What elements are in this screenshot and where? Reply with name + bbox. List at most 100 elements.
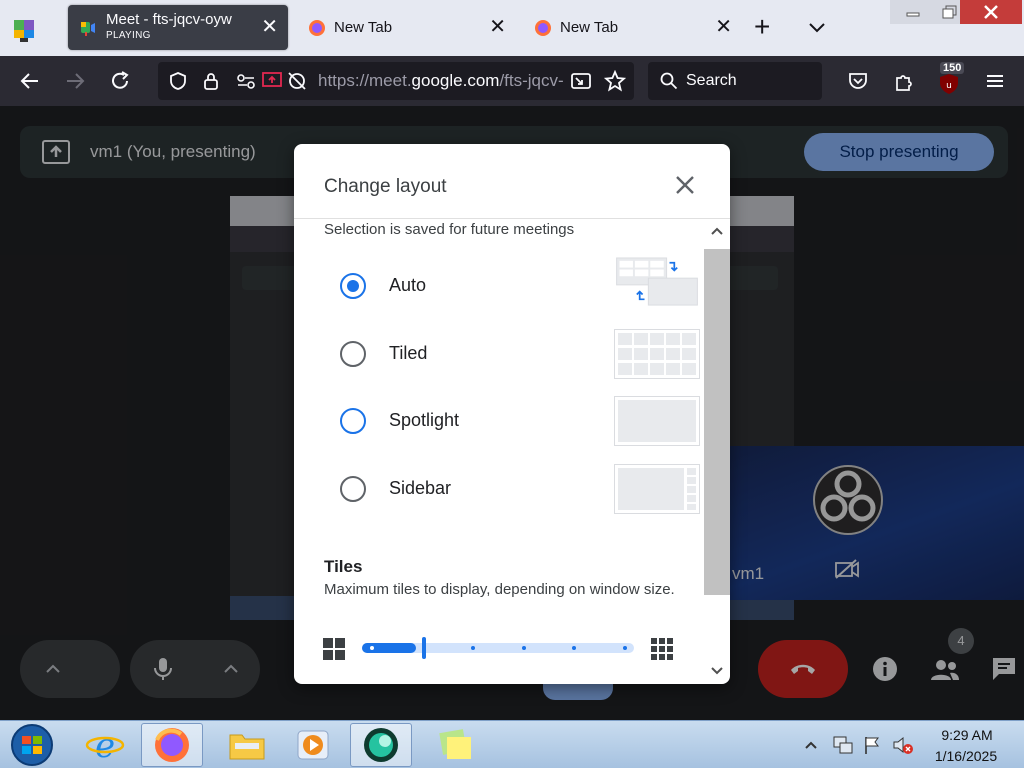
tiles-description: Maximum tiles to display, depending on w… [324,581,675,598]
tab-playing-label: PLAYING [106,29,151,41]
extension-badge-count: 150 [940,62,965,74]
shield-icon[interactable] [168,71,188,91]
url-text[interactable]: https://meet.google.com/fts-jqcv-oyw [318,71,564,91]
minimize-icon [906,12,920,17]
auto-layout-thumbnail [616,257,698,306]
slider-thumb[interactable] [422,637,426,659]
volume-muted-icon[interactable] [892,735,914,755]
dialog-scrollbar[interactable] [704,219,730,684]
tab-title: New Tab [560,19,619,36]
taskbar-app[interactable] [350,723,412,767]
few-tiles-icon [323,638,345,660]
svg-text:e: e [95,726,115,765]
camera-blocked-icon[interactable] [286,71,308,91]
layout-option-sidebar[interactable]: Sidebar [294,460,704,520]
firefox-icon [309,19,325,36]
search-input[interactable]: Search [648,62,822,100]
radio-tiled[interactable] [340,341,366,367]
taskbar-firefox[interactable] [141,723,203,767]
app-icon[interactable] [10,14,40,44]
radio-auto[interactable] [340,273,366,299]
tab-title: Meet - fts-jqcv-oyw [106,10,232,28]
close-window-button[interactable] [960,0,1022,24]
forward-arrow-icon[interactable] [64,70,86,92]
radio-sidebar[interactable] [340,476,366,502]
app-sphere-icon [364,728,398,762]
bookmark-star-icon[interactable] [604,70,626,92]
close-tab-icon[interactable]: ✕ [261,17,278,37]
scrollbar-thumb[interactable] [704,249,730,595]
clock-date[interactable]: 1/16/2025 [928,748,1004,764]
dialog-content: Selection is saved for future meetings A… [294,219,704,684]
url-prefix: https://meet. [318,71,412,90]
spotlight-layout-thumbnail [614,396,700,446]
tab-title: New Tab [334,19,393,36]
lock-icon[interactable] [202,71,220,91]
scroll-down-arrow-icon[interactable] [710,665,724,677]
tiles-slider[interactable] [322,633,678,663]
slider-tick [370,646,374,650]
windows-taskbar: e 9:29 AM 1/16/2025 [0,720,1024,768]
speaker-icon[interactable] [80,19,98,37]
action-center-flag-icon[interactable] [862,735,882,755]
url-domain: google.com [411,71,500,90]
chevron-down-icon[interactable] [806,16,828,38]
scroll-up-arrow-icon[interactable] [710,225,724,237]
tiled-layout-thumbnail [614,329,700,379]
url-path: /fts-jqcv-oyw [499,71,564,90]
many-tiles-icon [651,638,673,660]
svg-text:u: u [946,81,952,91]
tab-new-tab-1[interactable]: New Tab ✕ [296,5,516,50]
extensions-puzzle-icon[interactable] [893,70,915,92]
sidebar-layout-thumbnail [614,464,700,514]
option-label: Auto [389,275,427,295]
taskbar-media-player[interactable] [282,723,344,767]
tab-meet[interactable]: Meet - fts-jqcv-oyw PLAYING ✕ [68,5,288,50]
ublock-origin-icon[interactable]: u [938,73,960,95]
navigation-toolbar: https://meet.google.com/fts-jqcv-oyw Sea… [0,56,1024,106]
dialog-title: Change layout [324,176,447,197]
radio-spotlight[interactable] [340,408,366,434]
slider-tick [471,646,475,650]
screen-share-indicator-icon[interactable] [262,71,282,89]
close-icon [984,5,998,19]
close-tab-icon[interactable]: ✕ [715,17,732,37]
reload-icon[interactable] [109,70,131,92]
option-label: Sidebar [389,478,452,498]
tab-texts: Meet - fts-jqcv-oyw PLAYING [106,10,232,44]
hamburger-menu-icon[interactable] [984,70,1006,92]
permissions-icon[interactable] [236,73,256,89]
back-arrow-icon[interactable] [19,70,41,92]
tiles-heading: Tiles [324,557,363,576]
saved-note: Selection is saved for future meetings [324,221,575,238]
layout-option-tiled[interactable]: Tiled [294,325,704,385]
change-layout-dialog: Change layout Selection is saved for fut… [294,144,730,684]
option-label: Spotlight [389,410,460,430]
close-icon[interactable] [672,172,698,198]
firefox-icon [155,728,189,762]
layout-option-auto[interactable]: Auto [294,257,704,317]
address-bar[interactable]: https://meet.google.com/fts-jqcv-oyw [158,62,634,100]
pocket-icon[interactable] [847,70,869,92]
picture-in-picture-icon[interactable] [570,71,592,91]
internet-explorer-icon: e [85,726,125,765]
taskbar-internet-explorer[interactable]: e [74,723,136,767]
taskbar-sticky-notes[interactable] [424,723,486,767]
option-label: Tiled [389,343,428,363]
new-tab-button[interactable]: + [754,12,770,42]
show-hidden-icons-icon[interactable] [804,739,818,751]
network-icon[interactable] [832,735,854,755]
search-placeholder: Search [686,72,737,89]
start-button-icon[interactable] [8,723,56,767]
tab-new-tab-2[interactable]: New Tab ✕ [522,5,742,50]
clock-time[interactable]: 9:29 AM [934,727,1000,743]
taskbar-file-explorer[interactable] [216,723,278,767]
firefox-icon [535,19,551,36]
slider-tick [572,646,576,650]
sticky-notes-icon [439,729,471,759]
media-player-icon [297,730,329,760]
close-tab-icon[interactable]: ✕ [489,17,506,37]
slider-tick [522,646,526,650]
layout-option-spotlight[interactable]: Spotlight [294,392,704,452]
restore-icon [942,5,957,19]
